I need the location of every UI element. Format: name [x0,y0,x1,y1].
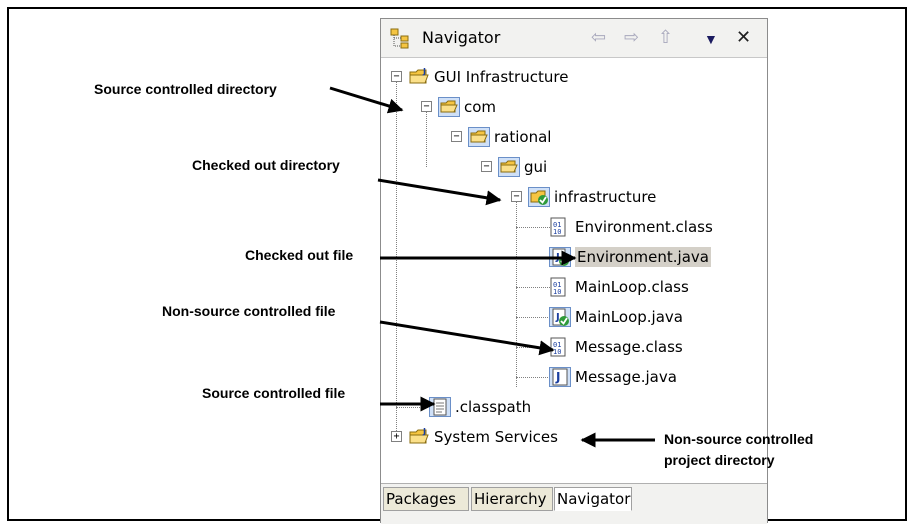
tree-node-label: Message.class [575,338,683,356]
tree-node[interactable]: 01 10 Environment.class [381,215,761,239]
tree-node[interactable]: − infrastructure [381,185,761,209]
svg-text:J: J [555,370,560,384]
tree-node-label: .classpath [455,398,532,416]
tree-node[interactable]: − gui [381,155,761,179]
tab-navigator[interactable]: Navigator [554,487,632,511]
class-file-icon: 01 10 [549,337,567,362]
java-file-icon: J [549,367,571,392]
tree-node[interactable]: − J GUI Infrastructure [381,65,761,89]
forward-arrow-icon[interactable]: ⇨ [624,27,639,47]
navigator-view-icon [390,28,412,55]
svg-text:J: J [422,427,426,436]
view-menu-icon[interactable]: ▼ [704,29,718,49]
text-file-icon [429,397,451,422]
tree-node-label: gui [524,158,548,176]
checked-out-java-file-icon: J [549,247,571,272]
callout-checked-out-file: Checked out file [245,247,354,263]
folder-icon [438,97,460,122]
tree-node-label: System Services [434,428,558,446]
callout-checked-out-directory: Checked out directory [192,157,340,173]
svg-text:10: 10 [553,288,561,296]
tree-node[interactable]: 01 10 MainLoop.class [381,275,761,299]
tree-node[interactable]: J Environment.java [381,245,761,269]
expand-toggle[interactable]: + [391,431,402,442]
tab-hierarchy[interactable]: Hierarchy [471,487,553,511]
callout-non-source-controlled-file: Non-source controlled file [162,303,336,319]
tab-packages-label: Packages [386,490,456,508]
svg-text:10: 10 [553,348,561,356]
collapse-toggle[interactable]: − [511,191,522,202]
tree-node-label: GUI Infrastructure [434,68,569,86]
collapse-toggle[interactable]: − [451,131,462,142]
collapse-toggle[interactable]: − [391,71,402,82]
class-file-icon: 01 10 [549,277,567,302]
navigator-header: Navigator ⇦ ⇨ ⇧ ▼ ✕ [381,19,767,58]
view-tab-bar: Packages Hierarchy Navigator [381,483,767,524]
callout-non-source-project-line1: Non-source controlled [664,431,814,447]
tree-node[interactable]: .classpath [381,395,761,419]
folder-icon [468,127,490,152]
class-file-icon: 01 10 [549,217,567,242]
collapse-toggle[interactable]: − [481,161,492,172]
tree-node-label: infrastructure [554,188,657,206]
tree-node-label: Message.java [575,368,677,386]
checked-out-folder-icon [528,187,550,212]
tree-node[interactable]: − rational [381,125,761,149]
tree-node-label: com [464,98,497,116]
tree-node-label: rational [494,128,552,146]
folder-icon [498,157,520,182]
tree-node-label: Environment.java [575,247,711,267]
navigator-title: Navigator [422,28,501,47]
callout-source-controlled-file: Source controlled file [202,385,346,401]
tree-node[interactable]: J MainLoop.java [381,305,761,329]
close-icon[interactable]: ✕ [736,27,751,47]
svg-text:10: 10 [553,228,561,236]
tree-node[interactable]: − com [381,95,761,119]
tab-hierarchy-label: Hierarchy [474,490,547,508]
project-folder-icon: J [408,427,430,452]
tab-packages[interactable]: Packages [383,487,469,511]
tab-navigator-label: Navigator [557,490,631,508]
tree-node-label: Environment.class [575,218,713,236]
back-arrow-icon[interactable]: ⇦ [591,27,606,47]
svg-text:J: J [422,67,426,76]
collapse-toggle[interactable]: − [421,101,432,112]
checked-out-java-file-icon: J [549,307,571,332]
tree-node-label: MainLoop.class [575,278,689,296]
tree-node[interactable]: J Message.java [381,365,761,389]
up-arrow-icon[interactable]: ⇧ [658,27,673,47]
tree-node[interactable]: 01 10 Message.class [381,335,761,359]
tree-node-label: MainLoop.java [575,308,683,326]
callout-source-controlled-directory: Source controlled directory [94,81,277,97]
project-folder-icon: J [408,67,430,92]
callout-non-source-project-line2: project directory [664,452,775,468]
